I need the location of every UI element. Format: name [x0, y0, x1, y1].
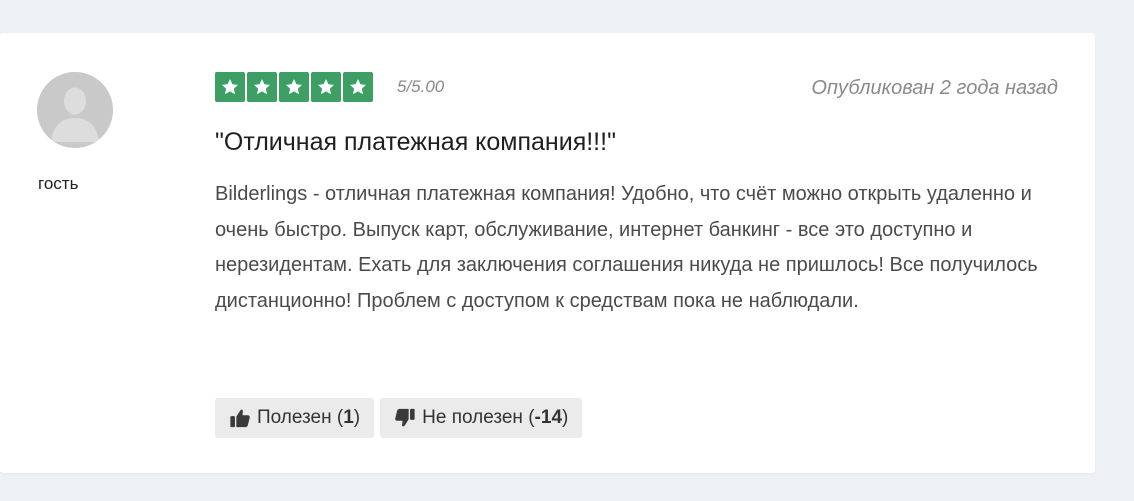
- helpful-count: 1: [343, 407, 354, 428]
- helpful-count-wrapper: (1): [331, 407, 361, 428]
- avatar: [37, 72, 113, 148]
- not-helpful-count: -14: [534, 407, 563, 428]
- star-rating: [215, 72, 373, 102]
- review-card: гость 5/5.00 Опубликован 2 года назад "О…: [0, 33, 1095, 473]
- author-name: гость: [38, 174, 79, 193]
- not-helpful-count-wrapper: (-14): [522, 407, 569, 428]
- not-helpful-button[interactable]: Не полезен (-14): [380, 398, 583, 438]
- not-helpful-label: Не полезен: [422, 407, 523, 428]
- helpful-label: Полезен: [257, 407, 332, 428]
- review-text: Bilderlings - отличная платежная компани…: [215, 183, 1038, 312]
- star-icon: [311, 72, 341, 102]
- thumbs-up-icon: [229, 407, 251, 429]
- star-icon: [247, 72, 277, 102]
- star-icon: [279, 72, 309, 102]
- published-date: Опубликован 2 года назад: [811, 77, 1058, 99]
- helpful-button[interactable]: Полезен (1): [215, 398, 375, 438]
- star-icon: [343, 72, 373, 102]
- user-silhouette-icon: [37, 72, 113, 148]
- review-title: "Отличная платежная компания!!!": [215, 128, 616, 156]
- vote-buttons: Полезен (1) Не полезен (-14): [215, 398, 583, 438]
- star-icon: [215, 72, 245, 102]
- rating-score: 5/5.00: [397, 77, 445, 96]
- thumbs-down-icon: [394, 407, 416, 429]
